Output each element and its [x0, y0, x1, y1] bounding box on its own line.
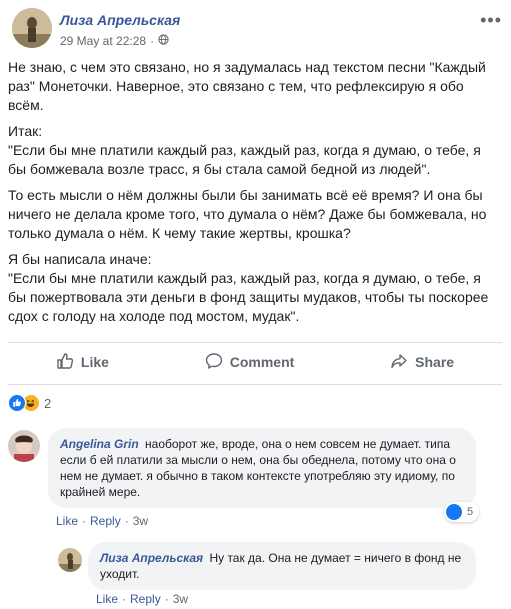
comment-reply: Лиза Апрельская Ну так да. Она не думает…	[0, 542, 511, 608]
comment-button[interactable]: Comment	[205, 352, 295, 373]
comment-time[interactable]: 3w	[133, 514, 148, 528]
comment-reply-link[interactable]: Reply	[130, 592, 161, 606]
post-paragraph: Не знаю, с чем это связано, но я задумал…	[8, 59, 486, 113]
thumbs-up-icon	[56, 352, 74, 373]
comment-bubble: Angelina Grin наоборот же, вроде, она о …	[48, 428, 476, 508]
post-paragraph: То есть мысли о нём должны были бы заним…	[8, 187, 487, 241]
comment-time[interactable]: 3w	[173, 592, 188, 606]
commenter-name[interactable]: Лиза Апрельская	[100, 551, 203, 565]
divider	[8, 342, 502, 343]
like-reaction-icon	[446, 504, 462, 520]
post-author-name[interactable]: Лиза Апрельская	[60, 12, 180, 28]
comment-like-link[interactable]: Like	[96, 592, 118, 606]
post-action-bar: Like Comment Share	[8, 348, 502, 376]
commenter-name[interactable]: Angelina Grin	[60, 437, 139, 451]
comment-bubble: Лиза Апрельская Ну так да. Она не думает…	[88, 542, 476, 590]
like-label: Like	[80, 354, 109, 370]
post-header: Лиза Апрельская 29 May at 22:28 · •••	[12, 8, 502, 50]
commenter-avatar[interactable]	[8, 430, 40, 462]
reactions-count: 2	[44, 395, 52, 411]
like-button[interactable]: Like	[56, 352, 109, 373]
more-options-icon[interactable]: •••	[480, 10, 502, 31]
post-meta: 29 May at 22:28 ·	[60, 34, 169, 48]
comment: Angelina Grin наоборот же, вроде, она о …	[0, 428, 511, 528]
commenter-avatar[interactable]	[58, 548, 82, 572]
post-paragraph: Я бы написала иначе: "Если бы мне платил…	[8, 251, 489, 324]
post-timestamp[interactable]: 29 May at 22:28	[60, 34, 146, 48]
divider	[8, 384, 502, 385]
share-label: Share	[415, 354, 455, 370]
post-text: Не знаю, с чем это связано, но я задумал…	[8, 58, 502, 333]
post-paragraph: Итак: "Если бы мне платили каждый раз, к…	[8, 123, 481, 177]
comment-icon	[205, 352, 223, 373]
comment-reactions[interactable]: 5	[444, 502, 480, 522]
comment-label: Comment	[229, 354, 295, 370]
share-icon	[390, 352, 408, 373]
author-avatar[interactable]	[12, 8, 52, 48]
comment-actions: Like · Reply · 3w	[56, 514, 149, 528]
reactions-summary[interactable]: 2	[8, 393, 51, 413]
share-button[interactable]: Share	[390, 352, 454, 373]
comment-like-link[interactable]: Like	[56, 514, 78, 528]
comment-actions: Like · Reply · 3w	[96, 592, 189, 606]
like-reaction-icon	[8, 394, 26, 412]
globe-icon[interactable]	[158, 34, 169, 48]
comment-reply-link[interactable]: Reply	[90, 514, 121, 528]
comment-reaction-count: 5	[467, 506, 474, 518]
